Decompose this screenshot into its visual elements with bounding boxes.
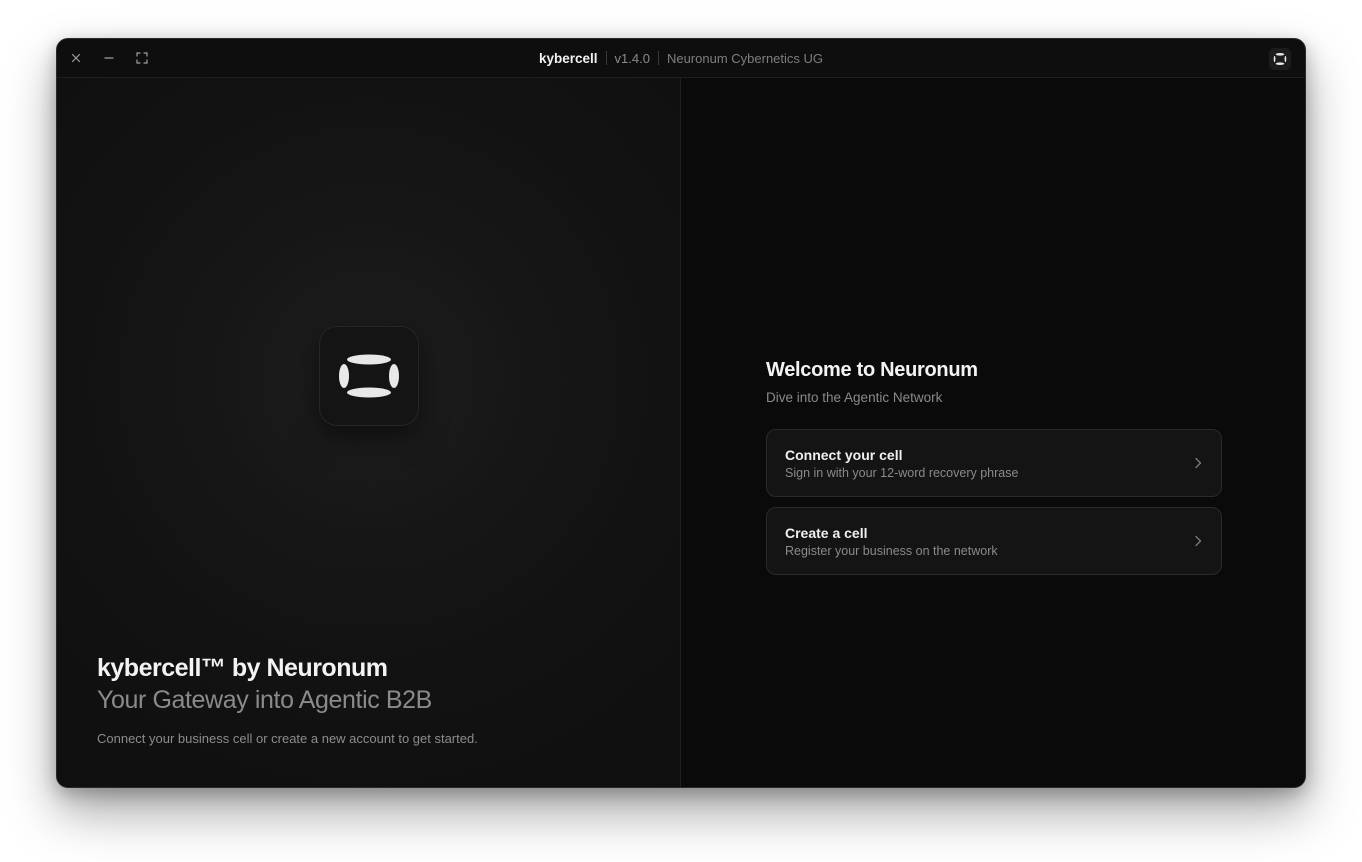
option-description: Sign in with your 12-word recovery phras… (785, 466, 1019, 480)
app-logo-button[interactable] (1269, 48, 1291, 70)
titlebar: kybercell v1.4.0 Neuronum Cybernetics UG (57, 39, 1305, 78)
neuronum-logo-icon (1273, 53, 1287, 65)
connect-cell-button[interactable]: Connect your cell Sign in with your 12-w… (766, 429, 1222, 497)
option-title: Create a cell (785, 525, 868, 541)
version-label: v1.4.0 (614, 50, 650, 66)
welcome-title: Welcome to Neuronum (766, 359, 978, 381)
app-window: kybercell v1.4.0 Neuronum Cybernetics UG (56, 38, 1306, 788)
option-title: Connect your cell (785, 447, 903, 463)
company-label: Neuronum Cybernetics UG (666, 50, 824, 66)
hero-description: Connect your business cell or create a n… (97, 731, 478, 746)
neuronum-logo-icon (339, 354, 399, 398)
hero-panel: kybercell™ by Neuronum Your Gateway into… (57, 78, 681, 787)
app-name: kybercell (538, 50, 598, 66)
title-divider (605, 51, 607, 65)
title-divider (657, 51, 659, 65)
create-cell-button[interactable]: Create a cell Register your business on … (766, 507, 1222, 575)
window-title: kybercell v1.4.0 Neuronum Cybernetics UG (57, 39, 1305, 77)
welcome-panel: Welcome to Neuronum Dive into the Agenti… (681, 78, 1305, 787)
hero-title: kybercell™ by Neuronum (97, 654, 388, 682)
option-description: Register your business on the network (785, 544, 998, 558)
hero-subtitle: Your Gateway into Agentic B2B (97, 686, 432, 714)
chevron-right-icon (1195, 457, 1202, 469)
welcome-subtitle: Dive into the Agentic Network (766, 390, 943, 405)
logo-tile (319, 326, 419, 426)
chevron-right-icon (1195, 535, 1202, 547)
